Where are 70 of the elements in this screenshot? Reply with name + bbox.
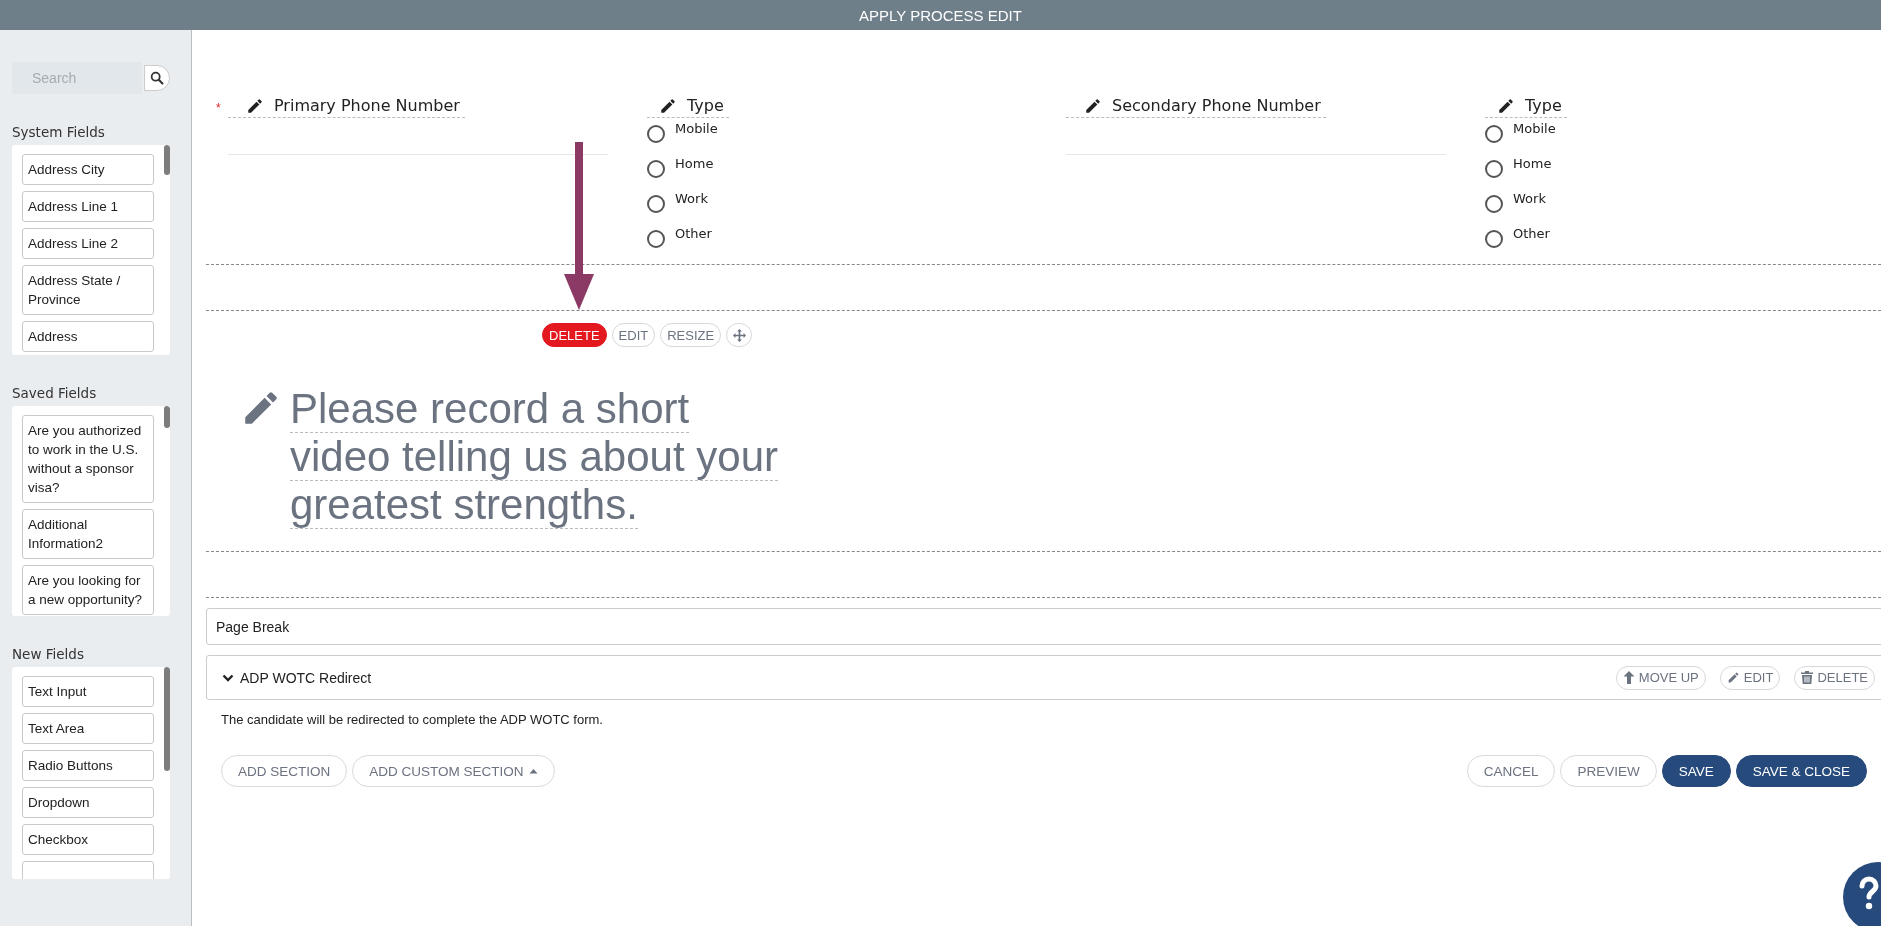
radio-button[interactable]	[1485, 229, 1503, 248]
radio-button[interactable]	[647, 229, 665, 248]
section-action-button[interactable]: DELETE	[1794, 665, 1875, 690]
field-item[interactable]: Checkbox	[22, 824, 154, 855]
field-item[interactable]: Address City	[22, 154, 154, 185]
page-break-bar[interactable]: Page Break	[206, 608, 1881, 645]
search-field[interactable]: Search	[12, 62, 142, 94]
trash-icon	[1801, 671, 1814, 684]
field-item[interactable]: Address Line 2	[22, 228, 154, 259]
pencil-icon	[1726, 671, 1740, 684]
radio-button[interactable]	[647, 194, 665, 213]
section-action-button[interactable]: EDIT	[1719, 665, 1781, 690]
group-heading: Saved Fields	[12, 385, 98, 401]
group-heading: System Fields	[12, 124, 106, 140]
scrollbar-thumb[interactable]	[164, 145, 170, 175]
pencil-icon[interactable]	[659, 96, 677, 115]
section-title: ADP WOTC Redirect	[240, 669, 372, 686]
field-item[interactable]: Address State / Province	[22, 265, 154, 315]
field-item[interactable]: Address Line 1	[22, 191, 154, 222]
field-item[interactable]: Are you looking for a new opportunity?	[22, 565, 154, 615]
search-icon	[150, 71, 164, 85]
add-section-button[interactable]: ADD SECTION	[221, 755, 348, 787]
radio-button[interactable]	[1485, 159, 1503, 178]
field-item[interactable]: Additional Information2	[22, 509, 154, 559]
field-label[interactable]: Secondary Phone Number	[1066, 96, 1326, 118]
scrollbar-thumb[interactable]	[164, 406, 170, 428]
option-label: Other	[675, 226, 712, 241]
footer-button[interactable]: SAVE & CLOSE	[1735, 755, 1867, 787]
delete-button[interactable]: DELETE	[542, 323, 607, 347]
field-item[interactable]: Are you authorized to work in the U.S. without a sponsor visa?	[22, 415, 154, 503]
option-label: Work	[1513, 191, 1546, 206]
field-item[interactable]: Radio Buttons	[22, 750, 154, 781]
radio-button[interactable]	[647, 159, 665, 178]
radio-button[interactable]	[1485, 194, 1503, 213]
option-label: Home	[675, 156, 714, 171]
footer-button[interactable]: PREVIEW	[1560, 755, 1657, 787]
field-item[interactable]: Address	[22, 321, 154, 352]
question-text[interactable]: Please record a short video telling us about your greatest strengths.	[290, 385, 792, 529]
group-heading: New Fields	[12, 646, 85, 662]
required-marker: *	[216, 101, 221, 115]
field-item[interactable]: Text Input	[22, 676, 154, 707]
arrow-up-icon	[1622, 671, 1635, 684]
option-label: Home	[1513, 156, 1552, 171]
section-description: The candidate will be redirected to complete the ADP WOTC form.	[221, 712, 604, 727]
field-label[interactable]: Type	[647, 96, 729, 118]
field-label[interactable]: Primary Phone Number	[228, 96, 465, 118]
pencil-icon[interactable]	[1084, 96, 1102, 115]
field-item[interactable]: Text Area	[22, 713, 154, 744]
option-label: Mobile	[1513, 121, 1556, 136]
radio-button[interactable]	[647, 124, 665, 143]
option-label: Mobile	[675, 121, 718, 136]
search-button[interactable]	[144, 65, 170, 91]
field-label[interactable]: Type	[1485, 96, 1567, 118]
toolbar-button[interactable]: RESIZE	[660, 323, 722, 347]
page-title: APPLY PROCESS EDIT	[859, 6, 1022, 24]
footer-button[interactable]: CANCEL	[1466, 755, 1556, 787]
option-label: Other	[1513, 226, 1550, 241]
field-item[interactable]: Dropdown	[22, 787, 154, 818]
pencil-icon[interactable]	[1497, 96, 1515, 115]
move-icon	[732, 328, 746, 342]
pencil-icon[interactable]	[246, 96, 264, 115]
move-button[interactable]	[726, 323, 753, 347]
scrollbar-thumb[interactable]	[164, 667, 170, 771]
footer-button[interactable]: SAVE	[1661, 755, 1731, 787]
add-section-button[interactable]: ADD CUSTOM SECTION	[352, 755, 555, 787]
radio-button[interactable]	[1485, 124, 1503, 143]
section-action-button[interactable]: MOVE UP	[1615, 665, 1706, 690]
caret-icon	[528, 768, 538, 774]
option-label: Work	[675, 191, 708, 206]
toolbar-button[interactable]: EDIT	[611, 323, 656, 347]
